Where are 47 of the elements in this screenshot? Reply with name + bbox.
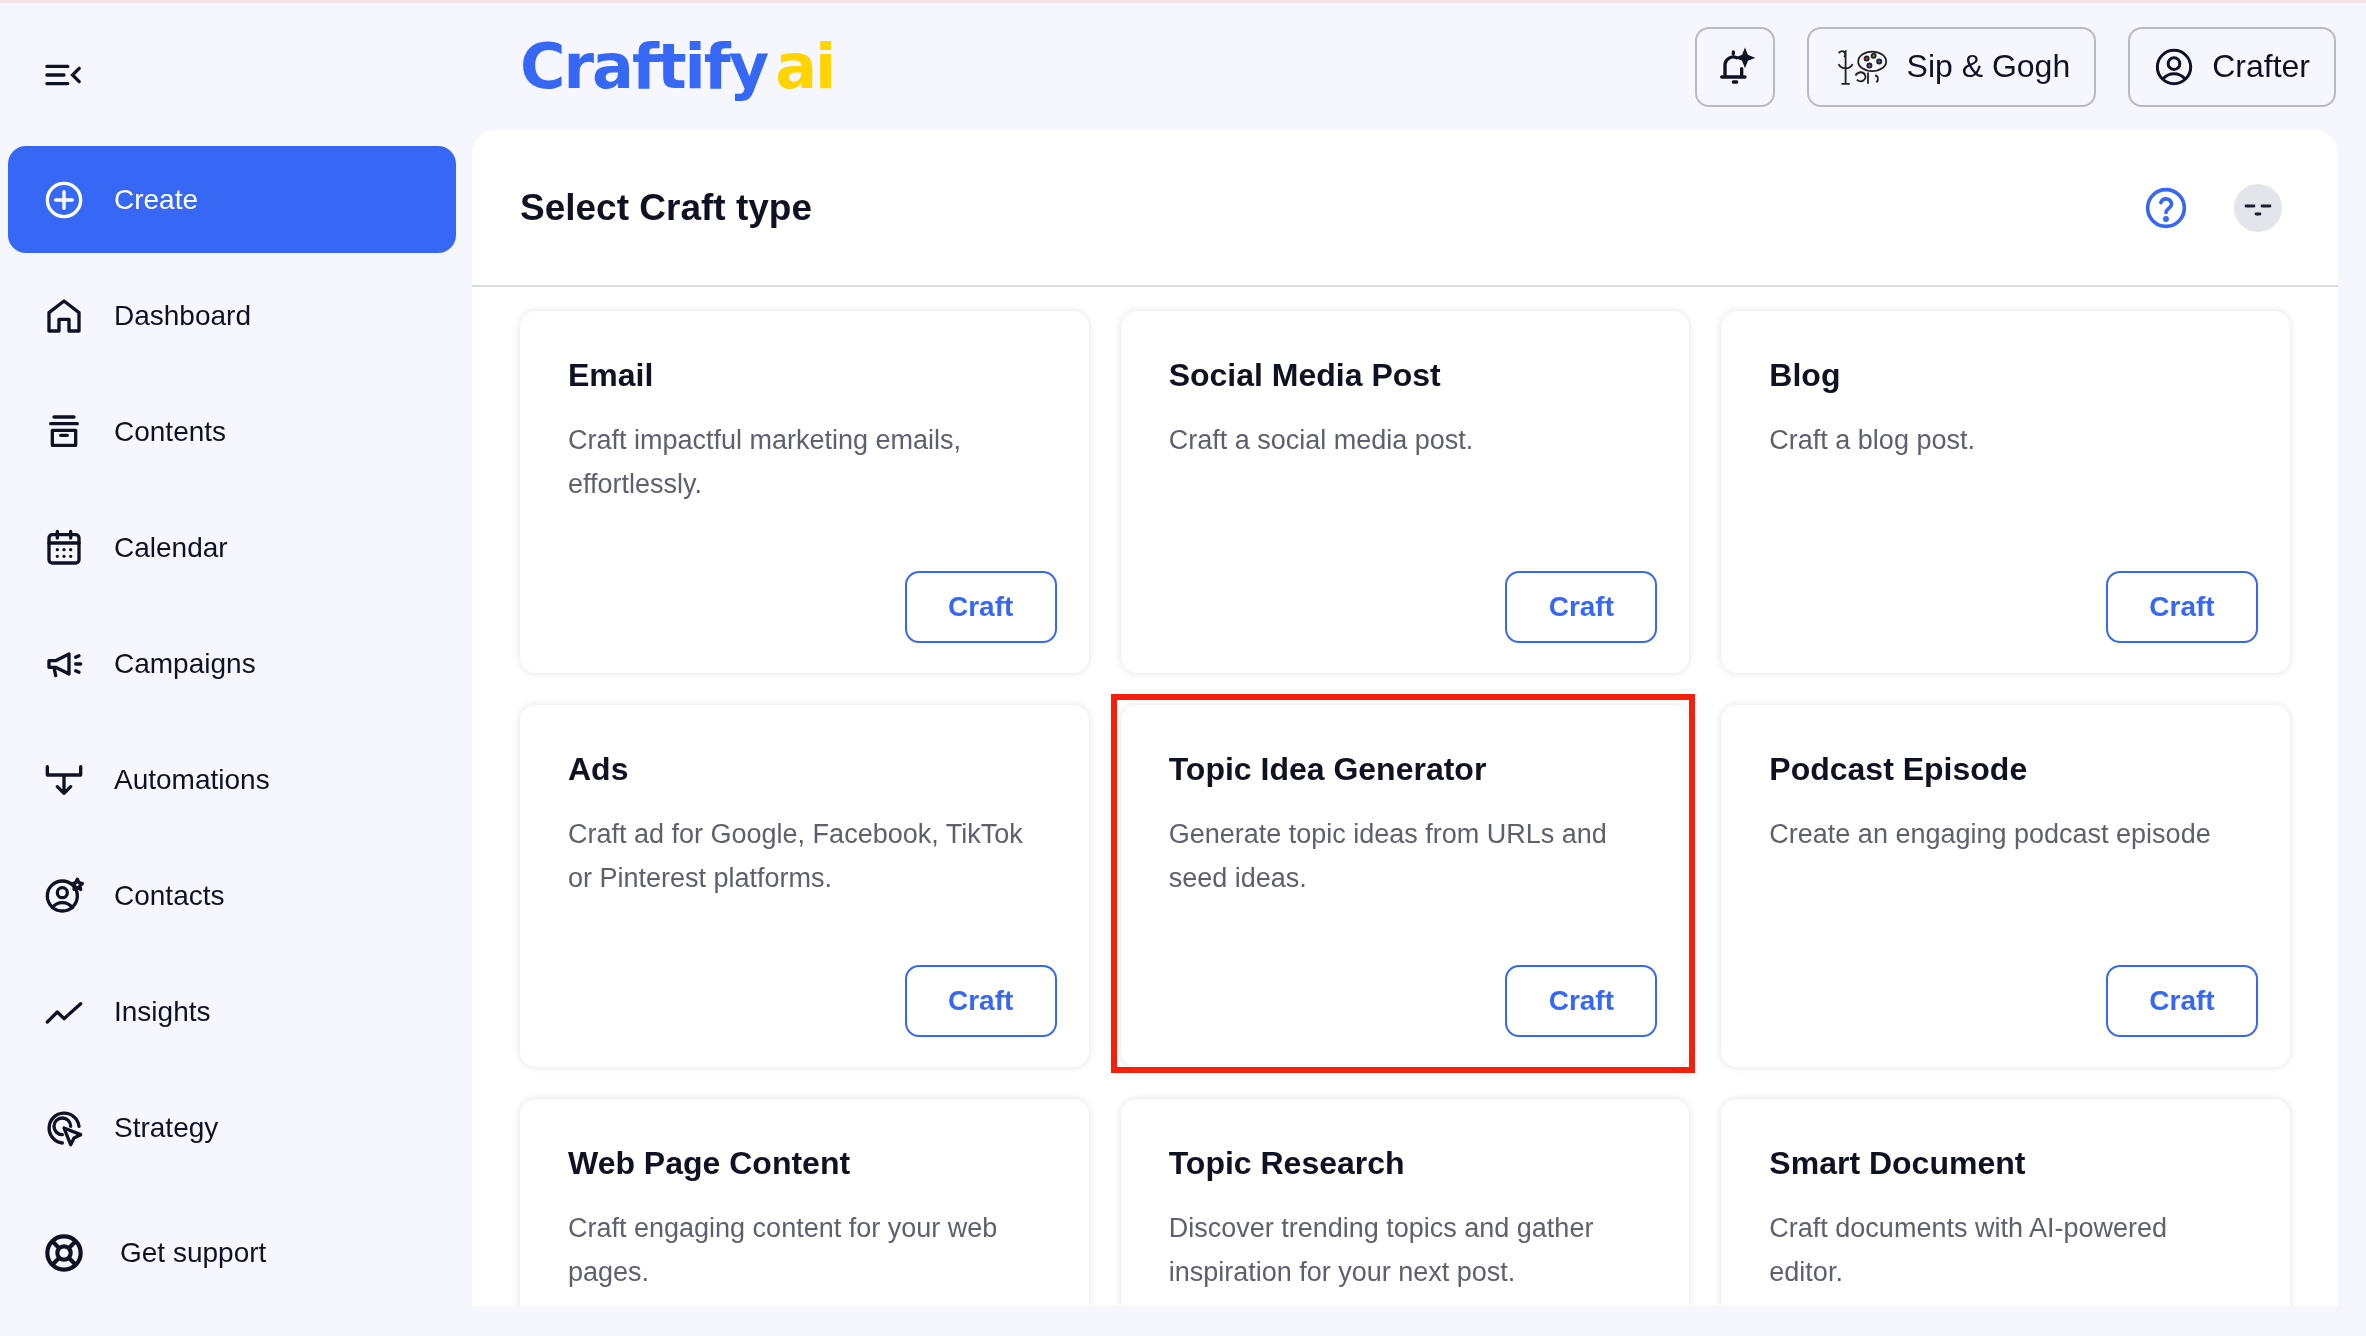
user-star-icon: [44, 875, 84, 916]
card-description: Craft ad for Google, Facebook, TikTok or Pinterest platforms.: [568, 818, 1024, 895]
craft-button[interactable]: Craft: [904, 571, 1057, 643]
sidebar-item[interactable]: Automations: [8, 726, 456, 833]
sidebar-item[interactable]: Contacts: [8, 842, 456, 949]
collapse-menu-icon[interactable]: [45, 62, 83, 87]
plus-circle-icon: [44, 179, 84, 220]
card-description: Discover trending topics and gather inspiration for your next post.: [1168, 1212, 1595, 1289]
sidebar-item[interactable]: Contents: [8, 378, 456, 485]
notification-button[interactable]: [1694, 26, 1775, 107]
sidebar-item[interactable]: Create: [8, 146, 456, 253]
calendar-icon: [44, 527, 84, 568]
get-support-link[interactable]: Get support: [8, 1203, 267, 1303]
sidebar-item[interactable]: Calendar: [8, 494, 456, 601]
craft-button[interactable]: Craft: [2106, 571, 2258, 643]
user-button[interactable]: Crafter: [2128, 26, 2336, 107]
card-title: Social Media Post: [1168, 357, 1442, 394]
craft-button[interactable]: Craft: [904, 965, 1057, 1037]
card-title: Smart Document: [1769, 1145, 2027, 1182]
craft-button[interactable]: Craft: [1505, 571, 1658, 643]
user-circle-icon: [2154, 46, 2195, 87]
sleepy-face-icon[interactable]: [2234, 183, 2282, 232]
card-description: Craft a social media post.: [1168, 424, 1475, 457]
card-title: Email: [568, 357, 655, 394]
craft-button[interactable]: Craft: [1505, 965, 1658, 1037]
sidebar-item[interactable]: Insights: [8, 958, 456, 1065]
workspace-button[interactable]: Sip & Gogh: [1806, 26, 2097, 107]
panel-title: Select Craft type: [520, 186, 812, 229]
sidebar-item[interactable]: Campaigns: [8, 610, 456, 717]
card-title: Topic Idea Generator: [1168, 751, 1488, 788]
logo[interactable]: Craftifyai: [472, 30, 835, 103]
card-title: Ads: [568, 751, 630, 788]
sidebar-item[interactable]: Dashboard: [8, 262, 456, 369]
sidebar-item[interactable]: Strategy: [8, 1074, 456, 1181]
card-description: Generate topic ideas from URLs and seed ideas.: [1168, 818, 1608, 895]
card-title: Web Page Content: [568, 1145, 852, 1182]
card-description: Craft engaging content for your web pages.: [568, 1212, 999, 1289]
card-title: Podcast Episode: [1769, 751, 2029, 788]
lifebuoy-icon: [44, 1233, 84, 1273]
card-title: Blog: [1769, 357, 1842, 394]
craft-button[interactable]: Craft: [2106, 965, 2258, 1037]
card-description: Craft impactful marketing emails, effortlessly.: [568, 424, 963, 501]
card-description: Craft a blog post.: [1769, 424, 1976, 457]
card-description: Create an engaging podcast episode: [1769, 818, 2212, 851]
help-icon[interactable]: [2144, 185, 2188, 230]
card-title: Topic Research: [1168, 1145, 1406, 1182]
card-description: Craft documents with AI-powered editor.: [1769, 1212, 2168, 1289]
